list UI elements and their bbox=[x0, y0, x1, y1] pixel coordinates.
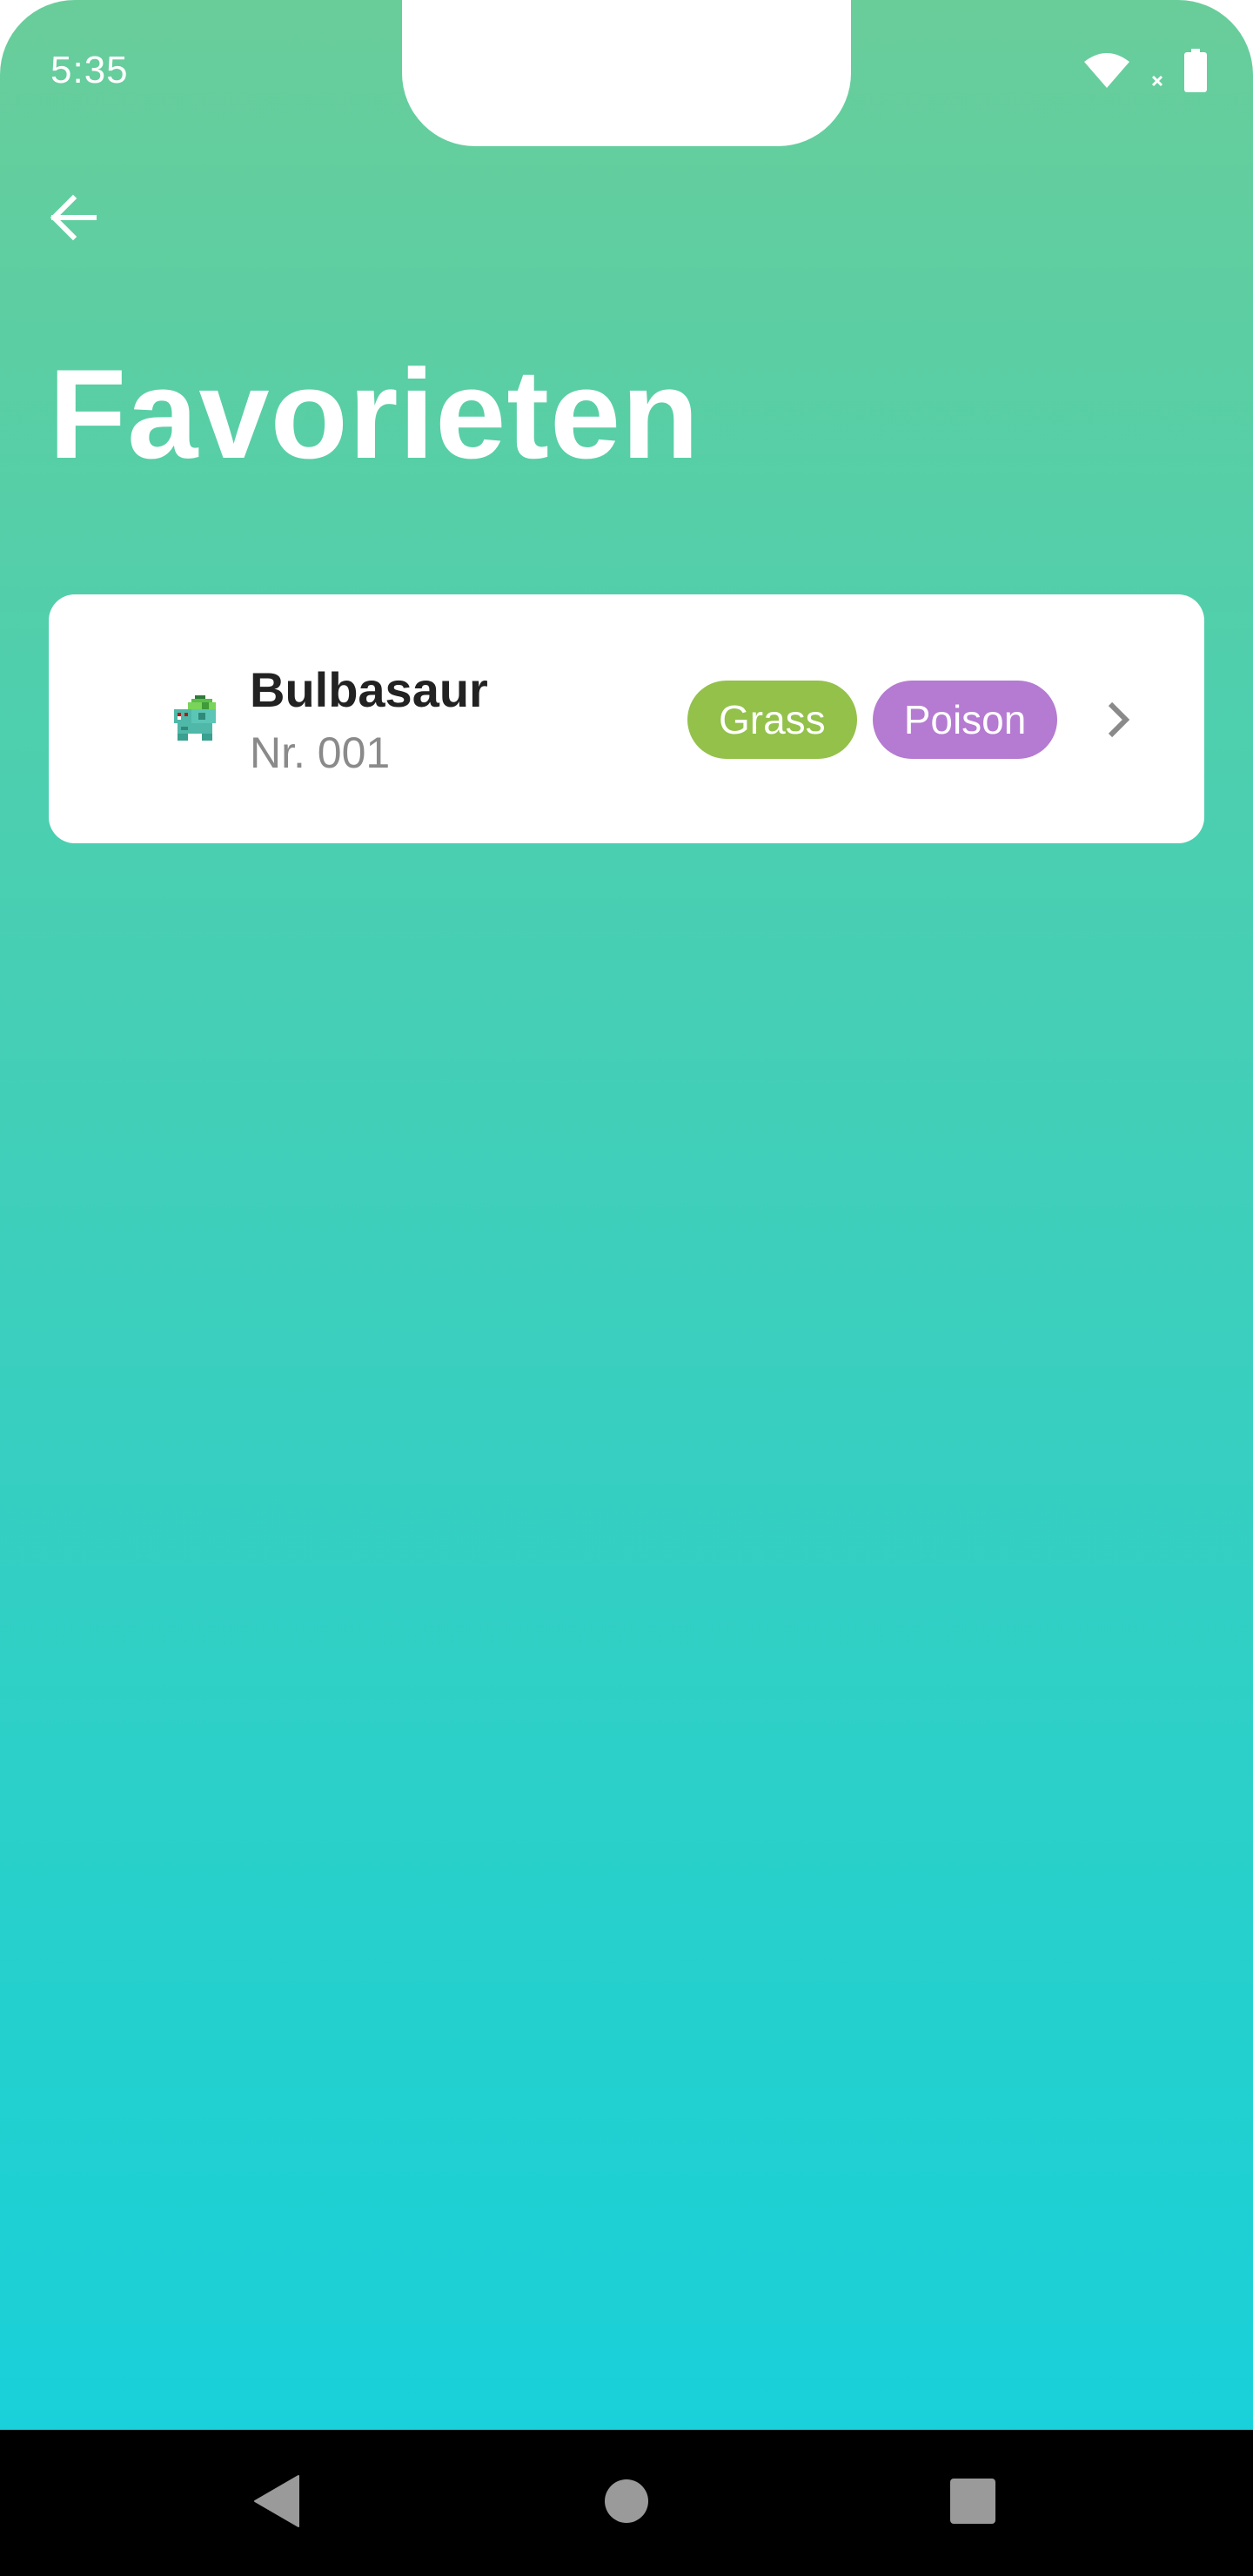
type-badge-grass: Grass bbox=[687, 681, 857, 759]
favorites-screen: 5:35 Favorieten Bulbasaur Nr. 001 Grass … bbox=[0, 0, 1253, 2576]
home-circle-icon bbox=[604, 2479, 649, 2528]
status-icons bbox=[1082, 48, 1208, 97]
arrow-left-icon bbox=[47, 191, 99, 248]
back-triangle-icon bbox=[253, 2474, 300, 2532]
page-title: Favorieten bbox=[49, 343, 700, 485]
nav-recents-button[interactable] bbox=[935, 2465, 1011, 2541]
bulbasaur-sprite-icon bbox=[167, 692, 223, 748]
pokemon-number: Nr. 001 bbox=[250, 728, 391, 777]
no-sim-icon bbox=[1150, 74, 1164, 92]
status-time: 5:35 bbox=[50, 49, 129, 91]
display-notch bbox=[402, 0, 851, 146]
recents-square-icon bbox=[949, 2478, 996, 2529]
favorite-card-bulbasaur[interactable]: Bulbasaur Nr. 001 Grass Poison bbox=[49, 594, 1204, 843]
chevron-right-icon bbox=[1095, 697, 1140, 742]
type-badge-poison: Poison bbox=[872, 681, 1058, 759]
nav-back-button[interactable] bbox=[238, 2465, 315, 2541]
system-nav-bar bbox=[0, 2430, 1253, 2576]
wifi-icon bbox=[1082, 51, 1131, 94]
type-badges: Grass Poison bbox=[687, 681, 1058, 759]
battery-icon bbox=[1183, 48, 1208, 97]
nav-home-button[interactable] bbox=[588, 2465, 665, 2541]
back-button[interactable] bbox=[42, 188, 104, 251]
pokemon-name: Bulbasaur bbox=[250, 662, 488, 717]
